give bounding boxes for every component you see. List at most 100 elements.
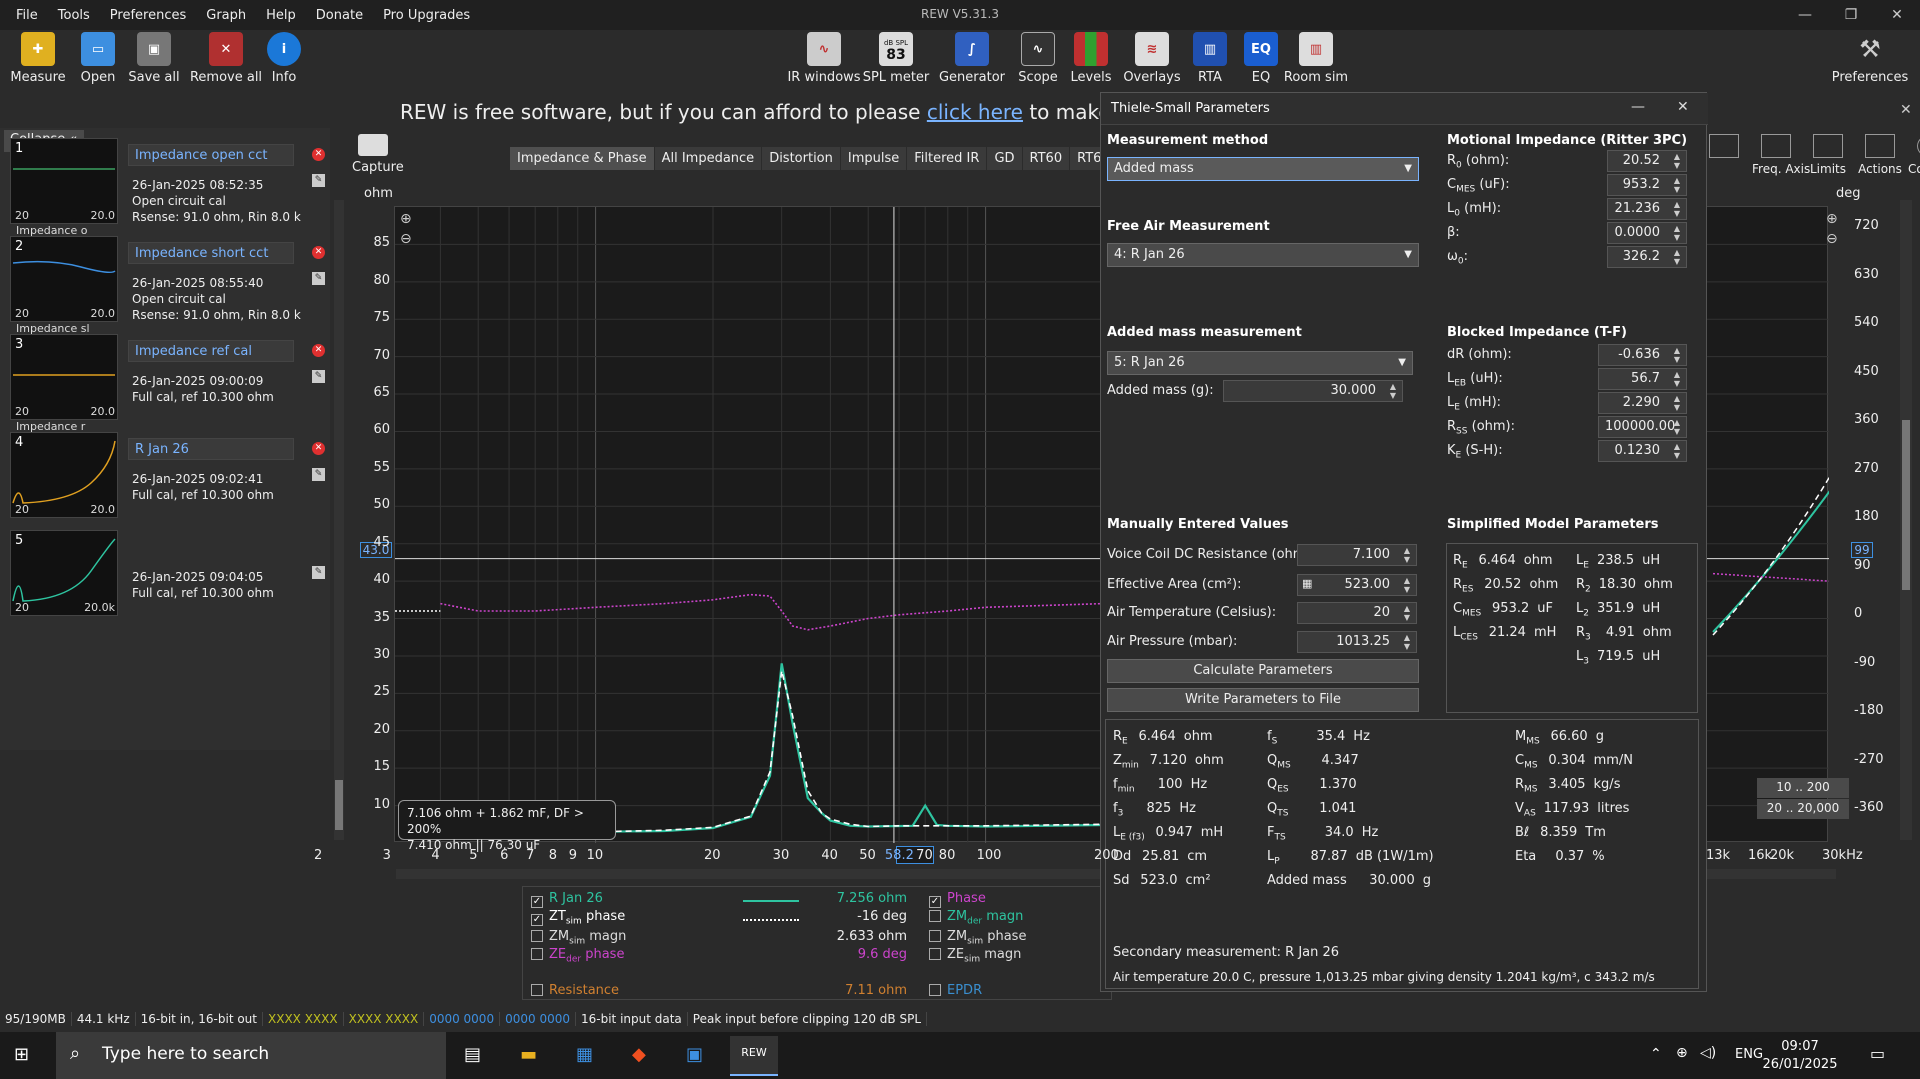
- measure-button[interactable]: ✚ Measure: [4, 32, 72, 85]
- stepper-icon[interactable]: ▲ ▼: [1671, 224, 1683, 242]
- legend-resistance[interactable]: Resistance: [531, 983, 619, 998]
- scrollbar-thumb[interactable]: [335, 780, 343, 830]
- tab-impulse[interactable]: Impulse: [840, 147, 907, 170]
- minimize-icon[interactable]: —: [1782, 0, 1828, 30]
- motional-0-input[interactable]: 20.52 ▲ ▼: [1607, 150, 1687, 172]
- added-mass-measurement-select[interactable]: 5: R Jan 26 ▼: [1107, 351, 1413, 375]
- measurement-method-select[interactable]: Added mass ▼: [1107, 157, 1419, 181]
- stepper-icon[interactable]: ▲ ▼: [1671, 370, 1683, 388]
- minimize-icon[interactable]: —: [1631, 99, 1645, 115]
- checkbox[interactable]: [929, 930, 941, 942]
- effective-area-input[interactable]: ▦ 523.00 ▲ ▼: [1297, 574, 1417, 596]
- freq-axis-button[interactable]: Freq. Axis: [1752, 134, 1810, 176]
- app-icon[interactable]: ▣: [686, 1044, 703, 1065]
- stepper-icon[interactable]: ▲ ▼: [1671, 394, 1683, 412]
- legend-ze-der-phase[interactable]: ZEder phase: [531, 947, 624, 965]
- tray-chevron-icon[interactable]: ⌃: [1650, 1046, 1662, 1062]
- legend-r-jan-26[interactable]: ✓ R Jan 26: [531, 891, 603, 908]
- language-indicator[interactable]: ENG: [1735, 1047, 1763, 1062]
- stepper-icon[interactable]: ▲ ▼: [1671, 176, 1683, 194]
- clock[interactable]: 09:07 26/01/2025: [1760, 1038, 1840, 1074]
- stepper-icon[interactable]: ▲ ▼: [1671, 248, 1683, 266]
- room-sim-button[interactable]: ▥ Room sim: [1282, 32, 1350, 85]
- checkbox[interactable]: ✓: [531, 896, 543, 908]
- measurement-item[interactable]: 1 20 20.0 Impedance o Impedance open cct…: [10, 138, 325, 237]
- stepper-icon[interactable]: ▲ ▼: [1401, 604, 1413, 622]
- controls-button[interactable]: Controls: [1908, 134, 1920, 176]
- rew-taskbar-icon[interactable]: REW: [730, 1036, 778, 1076]
- added-mass-input[interactable]: 30.000 ▲ ▼: [1223, 380, 1403, 402]
- remove-measurement-icon[interactable]: ✕: [312, 442, 325, 455]
- preferences-button[interactable]: ⚒ Preferences: [1832, 32, 1908, 85]
- motional-4-input[interactable]: 326.2 ▲ ▼: [1607, 246, 1687, 268]
- close-icon[interactable]: ✕: [1874, 0, 1920, 30]
- range-20-20000-button[interactable]: 20 .. 20,000: [1757, 799, 1849, 819]
- checkbox[interactable]: [531, 984, 543, 996]
- stepper-icon[interactable]: ▲ ▼: [1401, 633, 1413, 651]
- taskbar-search[interactable]: ⌕ Type here to search: [56, 1032, 446, 1079]
- legend-ze-sim-magn[interactable]: ZEsim magn: [929, 947, 1021, 965]
- air-temperature-input[interactable]: 20 ▲ ▼: [1297, 602, 1417, 624]
- task-view-icon[interactable]: ▤: [464, 1044, 481, 1065]
- blocked-1-input[interactable]: 56.7 ▲ ▼: [1598, 368, 1687, 390]
- checkbox[interactable]: [929, 984, 941, 996]
- zoom-in-icon[interactable]: ⊕: [1826, 211, 1838, 227]
- stepper-icon[interactable]: ▲ ▼: [1387, 382, 1399, 400]
- checkbox[interactable]: [929, 910, 941, 922]
- zoom-out-icon[interactable]: ⊖: [400, 231, 412, 247]
- measurement-name[interactable]: R Jan 26: [128, 438, 294, 460]
- measurement-item[interactable]: 2 20 20.0 Impedance sl Impedance short c…: [10, 236, 325, 335]
- banner-close-icon[interactable]: ✕: [1900, 102, 1912, 118]
- motional-3-input[interactable]: 0.0000 ▲ ▼: [1607, 222, 1687, 244]
- legend-zt-sim-phase[interactable]: ✓ ZTsim phase: [531, 909, 625, 927]
- spl-meter-button[interactable]: dB SPL 83 SPL meter: [862, 32, 930, 85]
- measurement-name[interactable]: Impedance open cct: [128, 144, 294, 166]
- scrollbar-thumb[interactable]: [1902, 420, 1910, 590]
- stepper-icon[interactable]: ▲ ▼: [1401, 576, 1413, 594]
- motional-1-input[interactable]: 953.2 ▲ ▼: [1607, 174, 1687, 196]
- checkbox[interactable]: ✓: [929, 896, 941, 908]
- stepper-icon[interactable]: ▲ ▼: [1671, 200, 1683, 218]
- free-air-select[interactable]: 4: R Jan 26 ▼: [1107, 243, 1419, 267]
- measurement-item[interactable]: 5 20 20.0k 26-Jan-2025 09:04:05 Full cal…: [10, 530, 325, 624]
- measurement-item[interactable]: 3 20 20.0 Impedance r Impedance ref cal …: [10, 334, 325, 433]
- calculate-parameters-button[interactable]: Calculate Parameters: [1107, 659, 1419, 683]
- remove-measurement-icon[interactable]: ✕: [312, 148, 325, 161]
- generator-button[interactable]: ∫ Generator: [938, 32, 1006, 85]
- tab-distortion[interactable]: Distortion: [762, 147, 840, 170]
- blocked-4-input[interactable]: 0.1230 ▲ ▼: [1598, 440, 1687, 462]
- edit-icon[interactable]: ✎: [312, 174, 325, 187]
- phase-scrollbar[interactable]: [1900, 200, 1912, 840]
- limits-button[interactable]: Limits: [1804, 134, 1852, 176]
- donate-link[interactable]: click here: [927, 100, 1023, 124]
- zoom-in-icon[interactable]: ⊕: [400, 211, 412, 227]
- tab-all-impedance[interactable]: All Impedance: [654, 147, 762, 170]
- blocked-3-input[interactable]: 100000.00 ▲ ▼: [1598, 416, 1687, 438]
- tab-gd[interactable]: GD: [987, 147, 1022, 170]
- measurement-item[interactable]: 4 20 20.0 R Jan 26 26-Jan-2025 09:02:41 …: [10, 432, 325, 526]
- legend-zm-der-magn[interactable]: ZMder magn: [929, 909, 1023, 927]
- edit-icon[interactable]: ✎: [312, 468, 325, 481]
- legend-zm-sim-magn[interactable]: ZMsim magn: [531, 929, 626, 947]
- tab-filtered-ir[interactable]: Filtered IR: [907, 147, 987, 170]
- checkbox[interactable]: ✓: [531, 914, 543, 926]
- edit-icon[interactable]: ✎: [312, 370, 325, 383]
- legend-phase[interactable]: ✓ Phase: [929, 891, 986, 908]
- checkbox[interactable]: [531, 948, 543, 960]
- restore-icon[interactable]: ❐: [1828, 0, 1874, 30]
- blocked-0-input[interactable]: -0.636 ▲ ▼: [1598, 344, 1687, 366]
- stepper-icon[interactable]: ▲ ▼: [1671, 152, 1683, 170]
- checkbox[interactable]: [929, 948, 941, 960]
- panel-scrollbar[interactable]: [334, 200, 344, 840]
- edit-icon[interactable]: ✎: [312, 566, 325, 579]
- checkbox[interactable]: [531, 930, 543, 942]
- motional-2-input[interactable]: 21.236 ▲ ▼: [1607, 198, 1687, 220]
- dc-resistance-input[interactable]: 7.100 ▲ ▼: [1297, 544, 1417, 566]
- tab-impedance-phase[interactable]: Impedance & Phase: [510, 147, 654, 170]
- ir-windows-button[interactable]: ∿ IR windows: [787, 32, 861, 85]
- store-icon[interactable]: ▦: [576, 1044, 593, 1065]
- file-explorer-icon[interactable]: ▬: [520, 1044, 537, 1065]
- zoom-out-icon[interactable]: ⊖: [1826, 231, 1838, 247]
- range-10-200-button[interactable]: 10 .. 200: [1757, 778, 1849, 798]
- legend-epdr[interactable]: EPDR: [929, 983, 982, 998]
